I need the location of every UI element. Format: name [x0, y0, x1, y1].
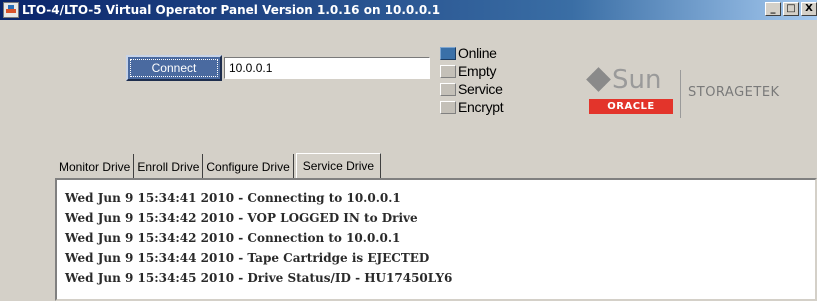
window-controls: _ □ X	[765, 2, 817, 16]
logo-divider	[680, 70, 681, 118]
oracle-logo: ORACLE	[589, 99, 673, 114]
tab-enroll-drive[interactable]: Enroll Drive	[134, 154, 204, 178]
status-label: Encrypt	[458, 99, 504, 115]
log-line: Wed Jun 9 15:34:44 2010 - Tape Cartridge…	[65, 251, 430, 265]
log-line: Wed Jun 9 15:34:42 2010 - Connection to …	[65, 231, 401, 245]
empty-led-icon	[440, 64, 456, 78]
tab-bar: Monitor Drive Enroll Drive Configure Dri…	[56, 152, 382, 179]
encrypt-led-icon	[440, 100, 456, 114]
sun-wordmark: Sun	[612, 65, 662, 95]
status-encrypt: Encrypt	[440, 98, 504, 116]
connect-button[interactable]: Connect	[126, 55, 222, 81]
tab-configure-drive[interactable]: Configure Drive	[203, 154, 294, 178]
log-line: Wed Jun 9 15:34:45 2010 - Drive Status/I…	[65, 271, 453, 285]
online-led-icon	[440, 46, 456, 60]
service-led-icon	[440, 82, 456, 96]
minimize-button[interactable]: _	[765, 2, 781, 16]
status-indicators: Online Empty Service Encrypt	[440, 44, 504, 116]
status-label: Empty	[458, 63, 497, 79]
sun-logo: Sun	[586, 65, 662, 95]
log-line: Wed Jun 9 15:34:41 2010 - Connecting to …	[65, 191, 401, 205]
status-label: Online	[458, 45, 497, 61]
storagetek-wordmark: STORAGETEK	[688, 85, 780, 100]
tab-service-drive[interactable]: Service Drive	[295, 153, 382, 179]
status-online: Online	[440, 44, 503, 62]
title-bar: LTO-4/LTO-5 Virtual Operator Panel Versi…	[0, 0, 817, 20]
status-label: Service	[458, 81, 503, 97]
tab-monitor-drive[interactable]: Monitor Drive	[56, 154, 135, 178]
maximize-button[interactable]: □	[783, 2, 799, 16]
log-line: Wed Jun 9 15:34:42 2010 - VOP LOGGED IN …	[65, 211, 418, 225]
window-title: LTO-4/LTO-5 Virtual Operator Panel Versi…	[22, 3, 441, 17]
sun-diamond-icon	[586, 67, 611, 92]
log-output[interactable]: Wed Jun 9 15:34:41 2010 - Connecting to …	[55, 178, 817, 301]
java-app-icon	[3, 2, 19, 18]
close-button[interactable]: X	[801, 2, 817, 16]
status-service: Service	[440, 80, 503, 98]
host-address-input[interactable]	[224, 57, 430, 79]
status-empty: Empty	[440, 62, 503, 80]
